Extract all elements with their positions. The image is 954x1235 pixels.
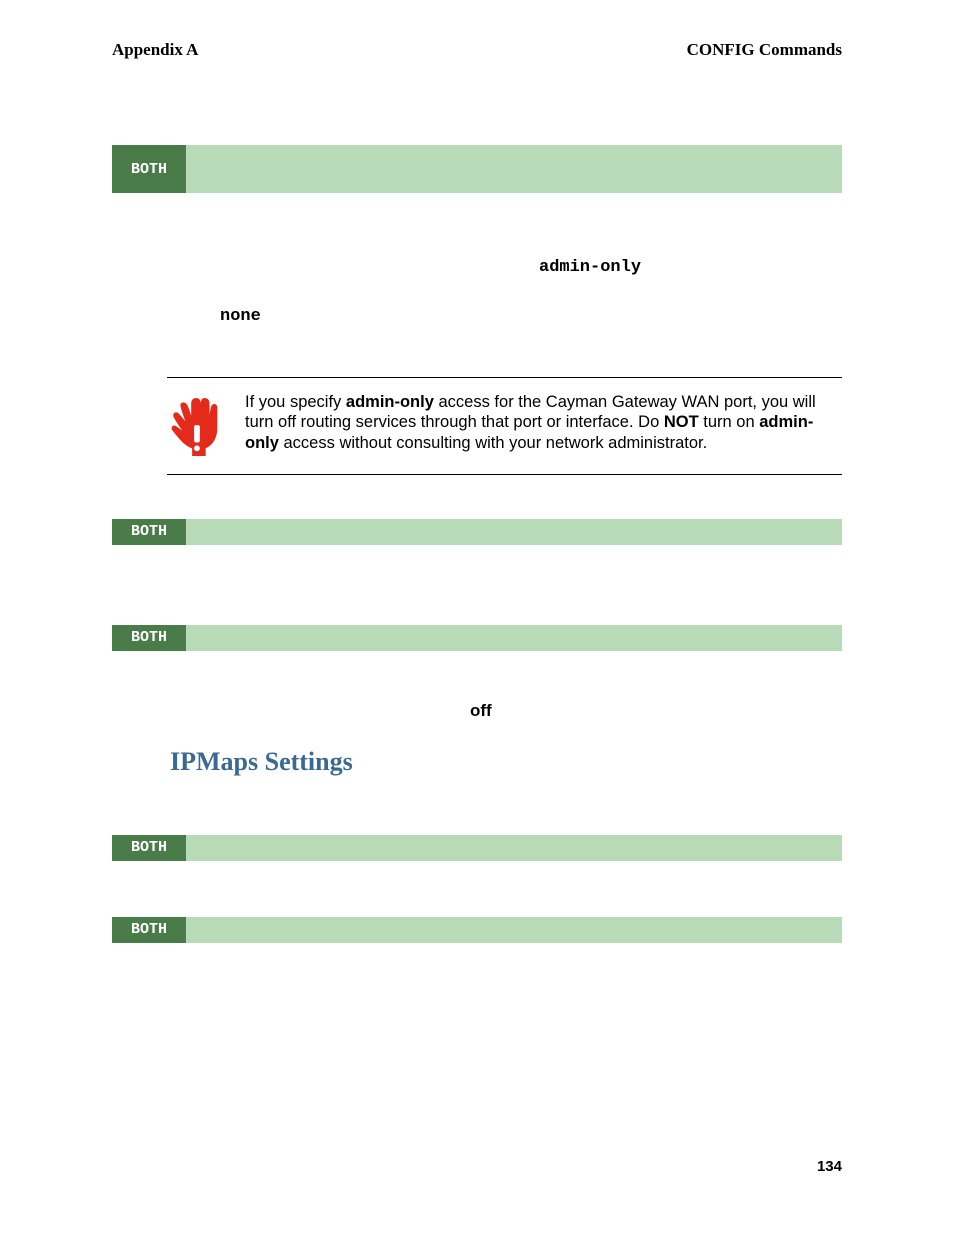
config-bar-2: BOTH xyxy=(112,519,842,545)
warning-text: If you specify admin-only access for the… xyxy=(245,392,842,454)
config-bar-fill xyxy=(186,835,842,861)
ipmaps-settings-heading: IPMaps Settings xyxy=(170,747,842,777)
both-badge: BOTH xyxy=(112,145,186,193)
none-value: none xyxy=(220,292,842,341)
page-number: 134 xyxy=(817,1158,842,1175)
config-bar-fill xyxy=(186,625,842,651)
mono-values-block: admin-only none xyxy=(112,243,842,342)
warning-bold-not: NOT xyxy=(664,413,699,431)
config-bar-5: BOTH xyxy=(112,917,842,943)
admin-only-value: admin-only xyxy=(539,243,842,292)
warning-seg-4: access without consulting with your netw… xyxy=(279,434,707,452)
warning-bold-admin-only-1: admin-only xyxy=(346,393,434,411)
appendix-label: Appendix A xyxy=(112,40,198,60)
both-badge: BOTH xyxy=(112,835,186,861)
warning-callout: If you specify admin-only access for the… xyxy=(167,377,842,475)
warning-hand-icon xyxy=(167,392,225,462)
config-bar-fill xyxy=(186,145,842,193)
config-bar-4: BOTH xyxy=(112,835,842,861)
config-bar-1: BOTH xyxy=(112,145,842,193)
warning-seg-3: turn on xyxy=(699,413,760,431)
warning-seg-1: If you specify xyxy=(245,393,346,411)
both-badge: BOTH xyxy=(112,917,186,943)
config-bar-fill xyxy=(186,917,842,943)
off-label: off xyxy=(470,701,842,721)
both-badge: BOTH xyxy=(112,625,186,651)
chapter-label: CONFIG Commands xyxy=(687,40,842,60)
both-badge: BOTH xyxy=(112,519,186,545)
config-bar-fill xyxy=(186,519,842,545)
config-bar-3: BOTH xyxy=(112,625,842,651)
